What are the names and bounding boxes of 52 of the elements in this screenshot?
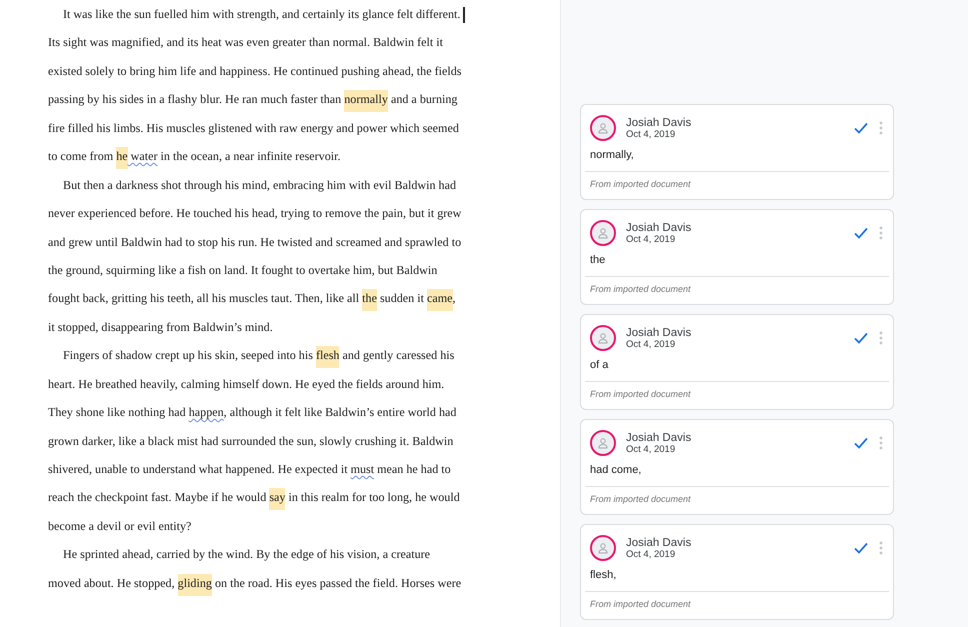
text-cursor xyxy=(463,7,466,24)
comment-text: of a xyxy=(589,358,610,373)
text-line: the ground, squirming like a fish on land. It fought to overtake him, but Baldwin xyxy=(48,262,438,279)
text-line: to come from he water in the ocean, a near infinite reservoir. xyxy=(48,142,341,171)
text-line: never experienced before. He touched his head, trying to remove the pain, but it grew xyxy=(48,205,462,222)
text-line: become a devil or evil entity? xyxy=(48,518,192,535)
text-line: existed solely to bring him life and happiness. He continued pushing ahead, the fields xyxy=(48,62,462,80)
resolve-check-icon[interactable] xyxy=(853,541,869,555)
author-name: Josiah Davis xyxy=(626,222,692,234)
text-line: shivered, unable to understand what happened. He expected it must mean he had to xyxy=(48,461,451,478)
comment-text: the xyxy=(589,253,606,268)
comment-source: From imported document xyxy=(590,179,691,189)
text-line: passing by his sides in a flashy blur. He ran much faster than normally and a burning xyxy=(48,85,458,114)
comment-date: Oct 4, 2019 xyxy=(626,444,676,454)
author-name: Josiah Davis xyxy=(626,432,692,444)
comment-date: Oct 4, 2019 xyxy=(626,338,676,350)
text-line: it stopped, disappearing from Baldwin’s mind. xyxy=(48,318,273,336)
avatar-icon xyxy=(590,430,616,456)
text-line: Fingers of shadow crept up his skin, seeped into his flesh and gently caressed his xyxy=(48,341,454,370)
text-line: heart. He breathed heavily, calming himself down. He eyed the fields around him. xyxy=(48,376,444,393)
comment-date: Oct 4, 2019 xyxy=(626,128,676,140)
avatar-icon xyxy=(590,220,616,246)
avatar-icon xyxy=(590,115,616,141)
avatar-icon xyxy=(590,535,616,561)
comment-text: flesh, xyxy=(589,568,618,583)
author-name: Josiah Davis xyxy=(626,536,692,548)
text-line: grown darker, like a black mist had surrounded the sun, slowly crushing it. Baldwin xyxy=(48,432,454,450)
resolve-check-icon[interactable] xyxy=(853,121,869,135)
text-line: moved about. He stopped, gliding on the road. His eyes passed the field. Horses were xyxy=(48,568,462,598)
text-line: It was like the sun fuelled him with strength, and certainly its glance felt different. xyxy=(48,0,466,28)
text-line: and grew until Baldwin had to stop his run. He twisted and screamed and sprawled to xyxy=(48,234,462,251)
author-name: Josiah Davis xyxy=(626,116,692,128)
resolve-check-icon[interactable] xyxy=(853,331,869,345)
text-line: Its sight was magnified, and its heat was even greater than normal. Baldwin felt it xyxy=(48,34,443,52)
comment-source: From imported document xyxy=(590,599,691,609)
comment-date: Oct 4, 2019 xyxy=(626,548,676,560)
text-line: But then a darkness shot through his mind, embracing him with evil Baldwin had xyxy=(62,176,456,194)
text-line: fought back, gritting his teeth, all his muscles taut. Then, like all the sudden it came, xyxy=(48,284,456,313)
resolve-check-icon[interactable] xyxy=(853,226,869,240)
avatar-icon xyxy=(590,325,616,351)
text-line: fire filled his limbs. His muscles glistened with raw energy and power which seemed xyxy=(48,120,459,137)
resolve-check-icon[interactable] xyxy=(853,436,869,450)
comment-source: From imported document xyxy=(590,389,691,399)
text-line: reach the checkpoint fast. Maybe if he would say in this realm for too long, he would xyxy=(48,483,460,512)
author-name: Josiah Davis xyxy=(626,326,692,338)
text-line: They shone like nothing had happen, although it felt like Baldwin’s entire world had xyxy=(48,404,456,422)
text-line: He sprinted ahead, carried by the wind. By the edge of his vision, a creature xyxy=(62,546,430,564)
comment-text: had come, xyxy=(589,463,642,478)
comment-source: From imported document xyxy=(590,284,691,294)
comment-date: Oct 4, 2019 xyxy=(626,234,676,244)
comment-text: normally, xyxy=(589,148,635,163)
comment-source: From imported document xyxy=(590,494,691,504)
